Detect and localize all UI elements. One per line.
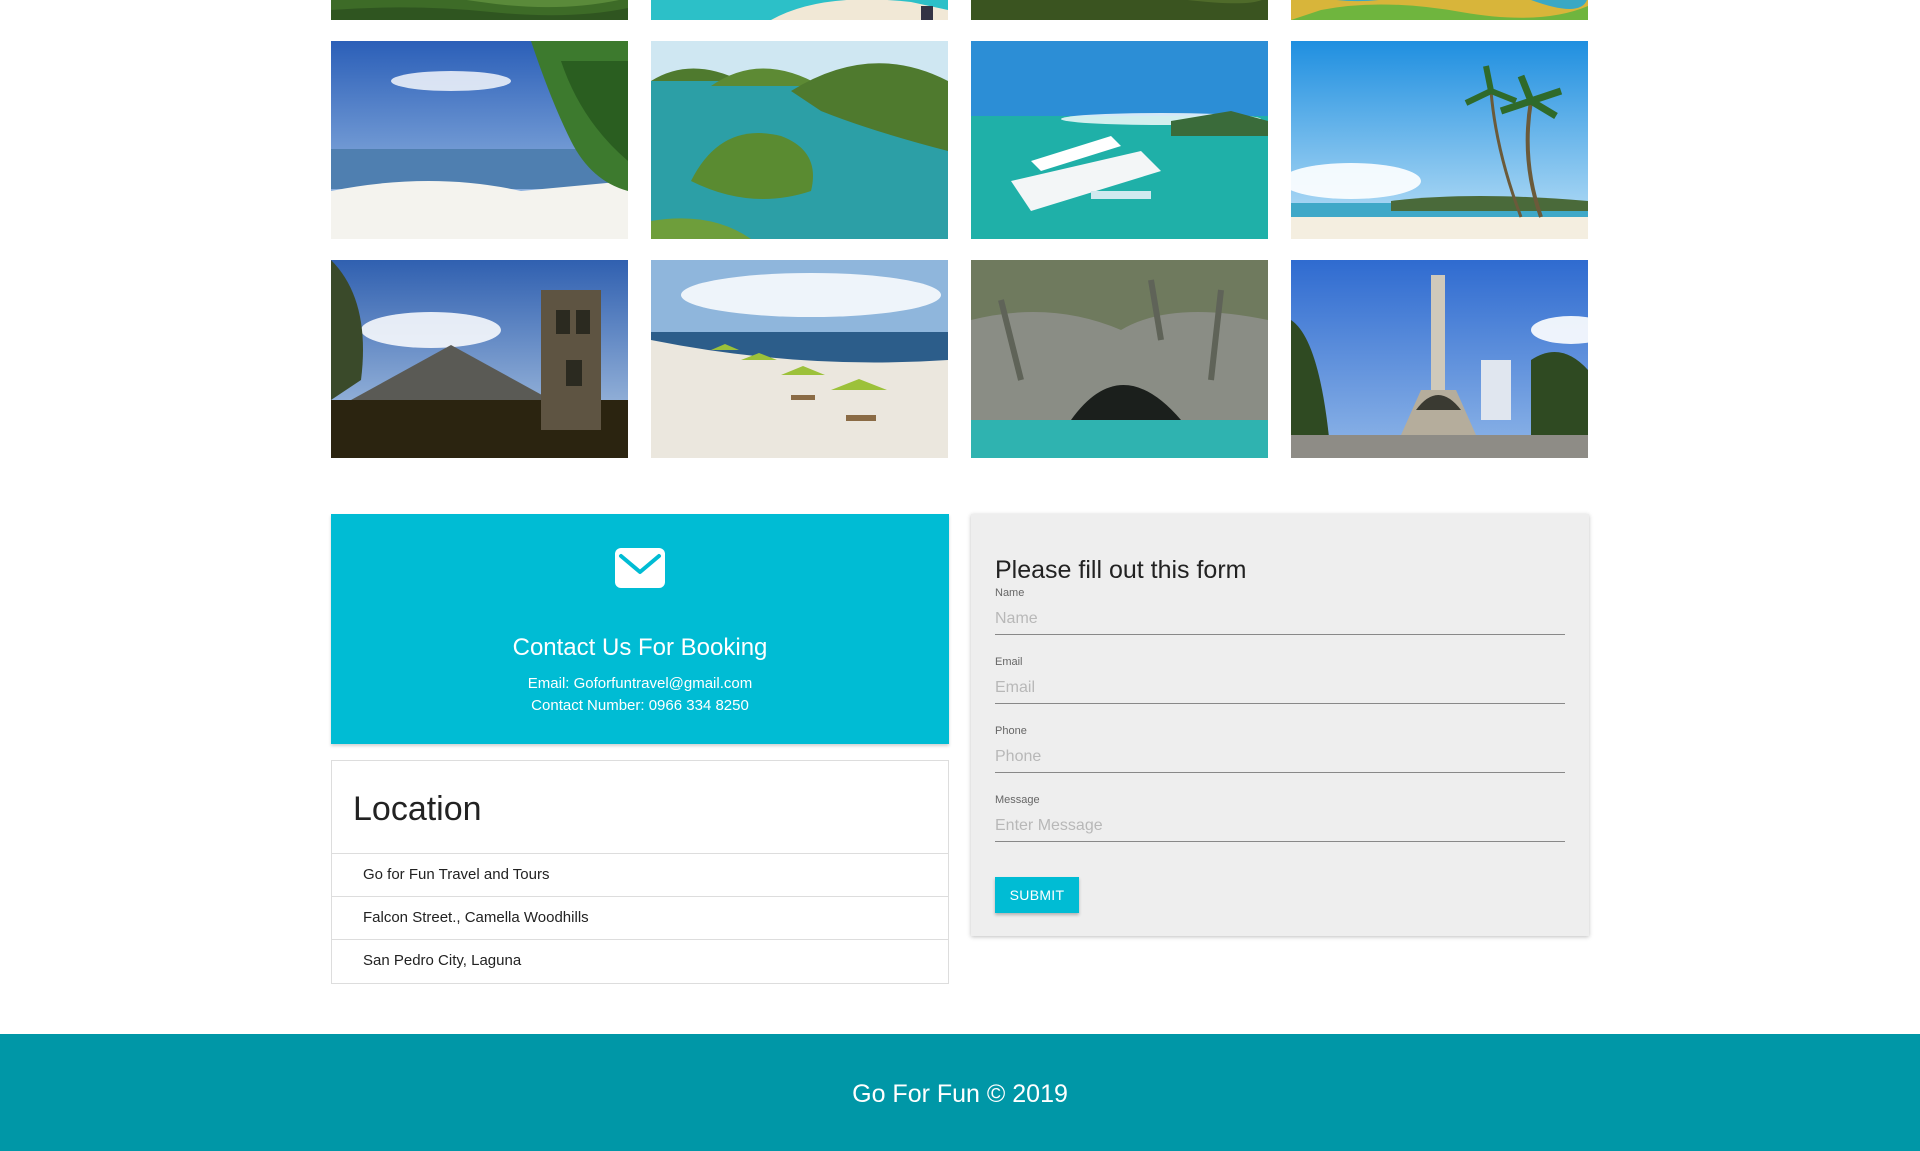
location-list: Go for Fun Travel and Tours Falcon Stree… [332, 853, 948, 982]
page: Contact Us For Booking Email: Goforfuntr… [0, 0, 1920, 1151]
message-field-group: Message [995, 793, 1565, 849]
photo-coral-reef[interactable] [1291, 0, 1588, 20]
contact-card: Contact Us For Booking Email: Goforfuntr… [331, 514, 949, 744]
message-field[interactable] [995, 811, 1565, 842]
phone-label: Phone [995, 725, 1027, 737]
photo-rizal-monument[interactable] [1291, 260, 1588, 458]
phone-field-group: Phone [995, 724, 1565, 780]
location-card: Location Go for Fun Travel and Tours Fal… [331, 760, 949, 984]
list-item: San Pedro City, Laguna [332, 939, 948, 982]
photo-underground-river[interactable] [971, 260, 1268, 458]
contact-email: Email: Goforfuntravel@gmail.com [527, 675, 753, 692]
photo-green-hills[interactable] [971, 0, 1268, 20]
email-label: Email [995, 656, 1023, 668]
email-field[interactable] [995, 673, 1565, 704]
envelope-icon [615, 548, 665, 588]
name-field-group: Name [995, 586, 1565, 642]
photo-cagsawa-ruins[interactable] [331, 260, 628, 458]
footer-copyright: Go For Fun © 2019 [852, 1080, 1068, 1108]
gallery-row-2 [331, 41, 1588, 239]
contact-phone: Contact Number: 0966 334 8250 [531, 697, 749, 714]
location-title: Location [353, 790, 482, 828]
contact-form: Please fill out this form Name Email Pho… [971, 514, 1589, 936]
name-field[interactable] [995, 604, 1565, 635]
contact-title: Contact Us For Booking [512, 634, 768, 661]
email-field-group: Email [995, 655, 1565, 711]
photo-white-sand-beach[interactable] [331, 41, 628, 239]
message-label: Message [995, 794, 1040, 806]
form-title: Please fill out this form [995, 556, 1247, 584]
name-label: Name [995, 587, 1025, 599]
photo-rice-terraces[interactable] [331, 0, 628, 20]
gallery-row-3 [331, 260, 1588, 458]
phone-field[interactable] [995, 742, 1565, 773]
photo-hundred-islands[interactable] [651, 41, 948, 239]
photo-palm-beach[interactable] [1291, 41, 1588, 239]
gallery-row-1 [331, 0, 1588, 20]
photo-outrigger-boat[interactable] [971, 41, 1268, 239]
list-item: Go for Fun Travel and Tours [332, 853, 948, 896]
submit-button[interactable]: SUBMIT [995, 877, 1079, 913]
photo-beach-umbrellas[interactable] [651, 260, 948, 458]
list-item: Falcon Street., Camella Woodhills [332, 896, 948, 939]
photo-turquoise-beach[interactable] [651, 0, 948, 20]
footer: Go For Fun © 2019 [0, 1034, 1920, 1151]
photo-gallery [331, 0, 1588, 479]
